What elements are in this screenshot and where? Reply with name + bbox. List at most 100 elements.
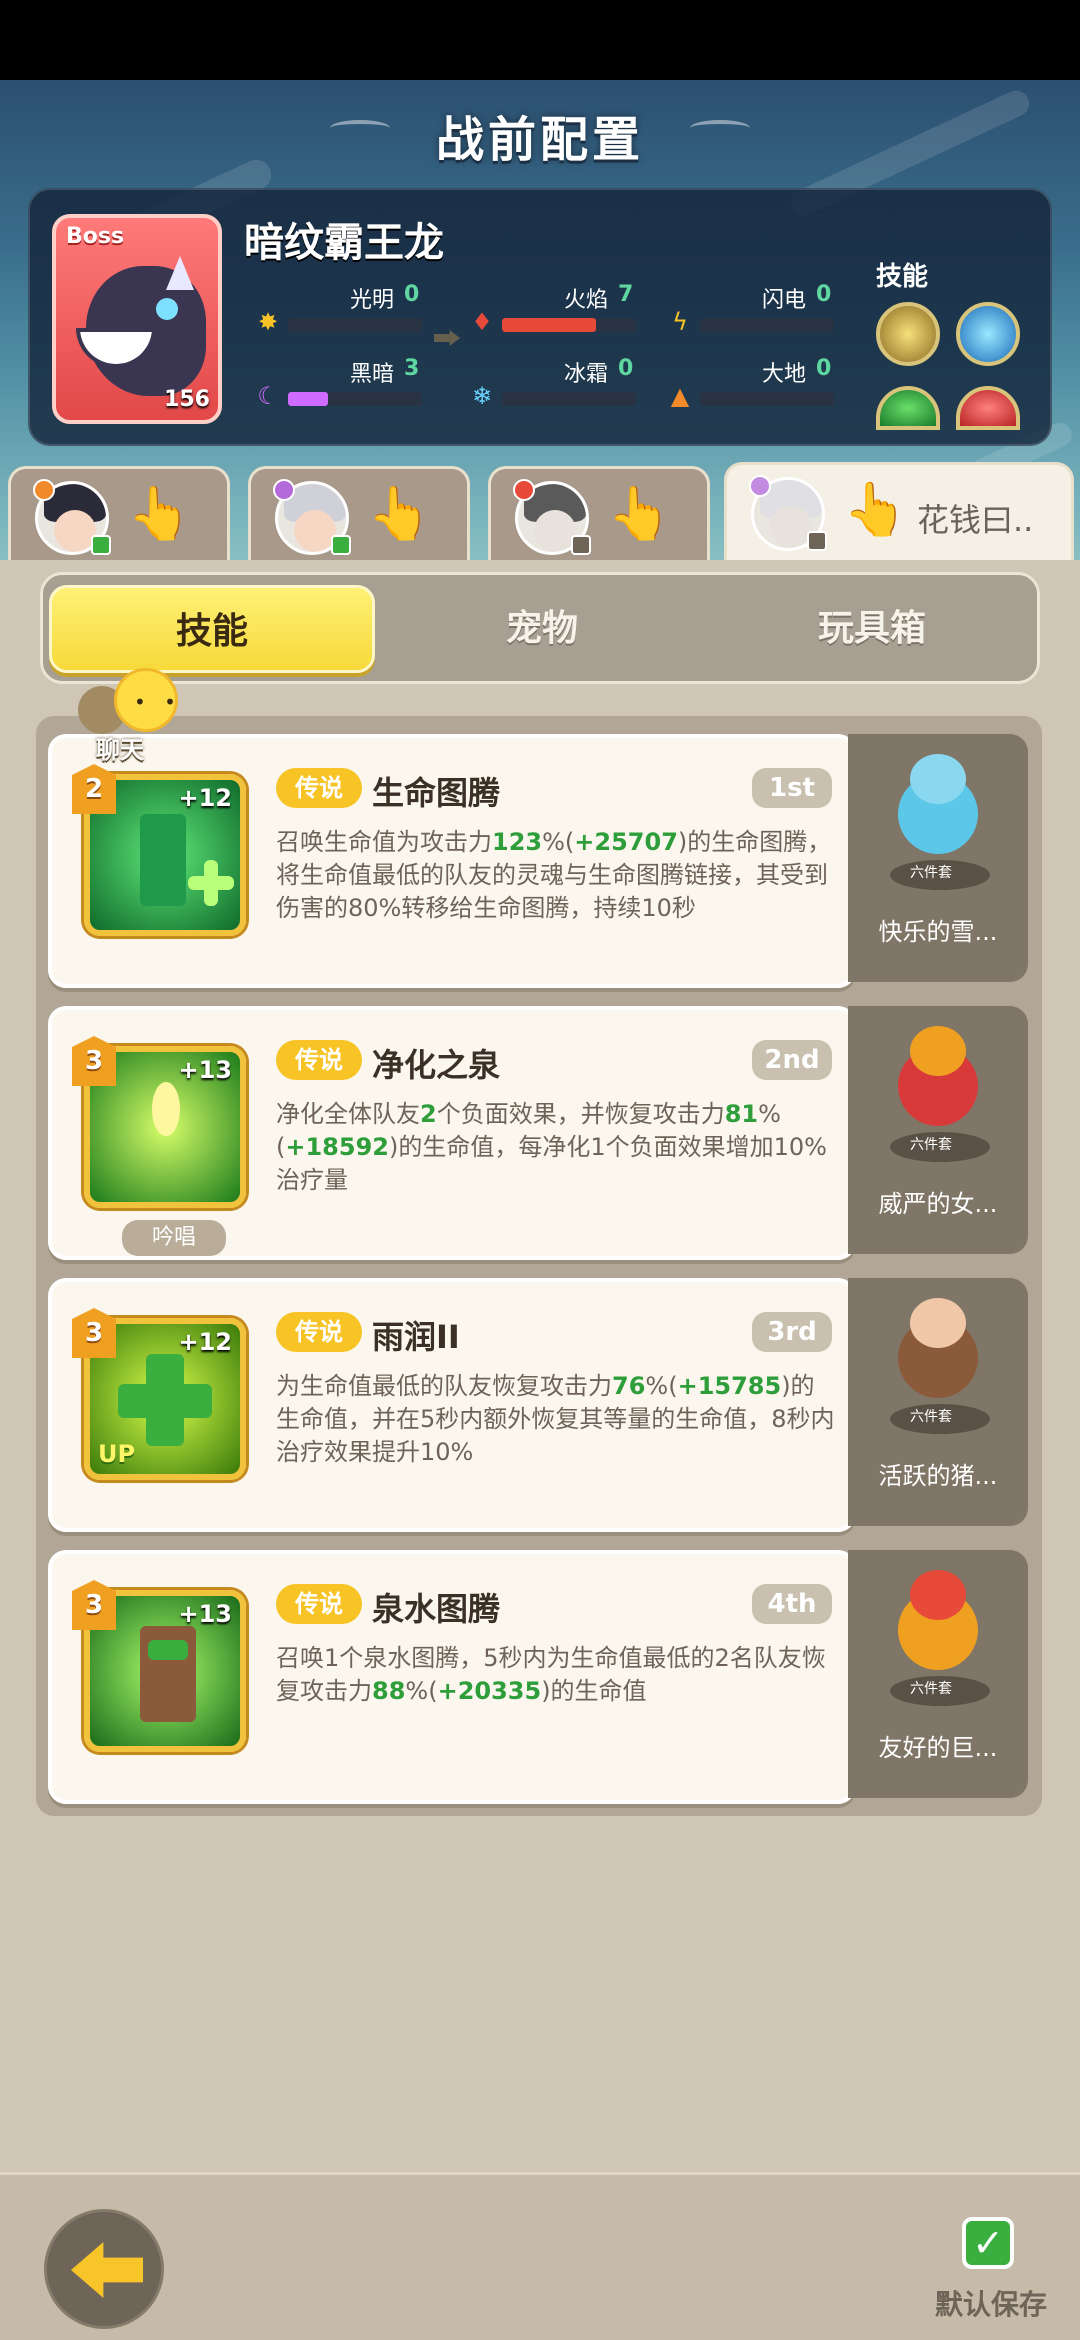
highlight-value: 76 [612,1372,646,1400]
skill-card[interactable]: +12 2 传说 生命图腾 1st 召唤生命值为攻击力123%(+25707)的… [48,734,856,988]
footer: ✓ 默认保存 [0,2172,1080,2340]
pet-set-label: 六件套 [910,1137,952,1153]
pet-slot[interactable]: 六件套 威严的女... [848,1006,1028,1254]
pointing-hand-icon: 👆 [843,480,908,540]
skill-name: 净化之泉 [372,1046,501,1084]
skill-description: 召唤1个泉水图腾，5秒内为生命值最低的2名队友恢复攻击力88%(+20335)的… [276,1644,826,1705]
skill-name: 雨润II [372,1318,460,1356]
tab-bar: 技能 宠物 玩具箱 [40,572,1040,684]
rank-tag: 2nd [752,1040,832,1080]
pointing-hand-icon: 👆 [607,484,672,544]
highlight-value: +18592 [285,1133,389,1161]
pointing-hand-icon: 👆 [367,484,432,544]
character-tab-1[interactable]: 👆 [8,466,230,566]
highlight-value: 123 [492,828,543,856]
boss-level: 156 [164,387,210,412]
pet-slot[interactable]: 六件套 快乐的雪... [848,734,1028,982]
boss-skill-icon-4[interactable] [956,386,1020,430]
character-tab-4[interactable]: 👆 花钱曰.. [724,462,1074,574]
snowflake-icon: ❄ [471,382,493,410]
pet-slot[interactable]: 六件套 友好的巨... [848,1550,1028,1798]
element-arrow [434,330,460,346]
chant-tag: 吟唱 [122,1220,226,1256]
skill-description: 净化全体队友2个负面效果，并恢复攻击力81%(+18592)的生命值，每净化1个… [276,1100,827,1194]
skill-row-2[interactable]: +13 3 吟唱 传说 净化之泉 2nd 净化全体队友2个负面效果，并恢复攻击力… [48,1006,1028,1260]
element-dark-fill [288,392,329,406]
giant-pet-icon [888,1570,988,1680]
pet-set-label: 六件套 [910,1681,952,1697]
lightning-icon: ϟ [672,308,688,336]
dark-element-icon [273,479,295,501]
rank-tag: 4th [752,1584,832,1624]
back-arrow-icon [71,2242,143,2298]
boss-panel: Boss 156 暗纹霸王龙 光明 0 ✸ 火焰 7 ♦ 闪电 0 ϟ 黑暗 3… [28,188,1052,446]
tab-pets[interactable]: 宠物 [379,585,705,673]
element-light: 光明 0 ✸ [254,282,454,336]
character-tab-3[interactable]: 👆 [488,466,710,566]
skill-description: 为生命值最低的队友恢复攻击力76%(+15785)的生命值，并在5秒内额外恢复其… [276,1372,835,1466]
pet-name: 快乐的雪... [878,918,998,946]
element-fire: 火焰 7 ♦ [468,282,668,336]
element-lightning: 闪电 0 ϟ [666,282,866,336]
highlight-value: 81 [724,1100,759,1128]
skill-card[interactable]: +13 3 传说 泉水图腾 4th 召唤1个泉水图腾，5秒内为生命值最低的2名队… [48,1550,856,1804]
highlight-value: +20335 [437,1677,542,1705]
skill-description: 召唤生命值为攻击力123%(+25707)的生命图腾，将生命值最低的队友的灵魂与… [276,828,832,922]
rank-tag: 3rd [752,1312,832,1352]
skill-name: 生命图腾 [372,774,501,812]
character-name: 花钱曰.. [917,501,1034,539]
rarity-tag: 传说 [276,1312,362,1352]
fire-element-icon [513,479,535,501]
element-fire-fill [502,318,596,332]
element-frost: 冰霜 0 ❄ [468,356,668,410]
boss-tag: Boss [66,224,125,249]
boss-skills-label: 技能 [876,262,929,292]
element-dark: 黑暗 3 ☾ [254,356,454,410]
skill-level-badge: 2 [72,764,116,814]
snow-pet-icon [888,754,988,864]
boss-skill-icon-2[interactable] [956,302,1020,366]
pet-slot[interactable]: 六件套 活跃的猪... [848,1278,1028,1526]
chat-label: 聊天 [96,736,144,764]
default-save-toggle[interactable]: ✓ 默认保存 [926,2217,1056,2327]
boss-portrait[interactable]: Boss 156 [52,214,222,424]
mountain-icon: ▲ [670,382,690,410]
flame-icon: ♦ [471,308,493,336]
skill-level-badge: 3 [72,1308,116,1358]
highlight-value: +25707 [574,828,678,856]
page-title: 战前配置 [435,112,644,168]
default-save-label: 默认保存 [934,2288,1047,2321]
dark-element-icon [749,475,771,497]
skill-level-badge: 3 [72,1036,116,1086]
rank-tag: 1st [752,768,832,808]
skill-card[interactable]: +12 UP 3 传说 雨润II 3rd 为生命值最低的队友恢复攻击力76%(+… [48,1278,856,1532]
highlight-value: 88 [372,1677,406,1705]
fire-element-icon [33,479,55,501]
skill-row-3[interactable]: +12 UP 3 传说 雨润II 3rd 为生命值最低的队友恢复攻击力76%(+… [48,1278,1028,1532]
tab-toybox[interactable]: 玩具箱 [709,585,1035,673]
skill-level-badge: 3 [72,1580,116,1630]
highlight-value: 2 [420,1100,437,1128]
ready-badge-icon [331,535,351,555]
character-tab-2[interactable]: 👆 [248,466,470,566]
rarity-tag: 传说 [276,768,362,808]
status-badge-icon [807,531,827,551]
dragon-pet-icon [888,1026,988,1136]
checkbox-checked-icon[interactable]: ✓ [962,2217,1014,2269]
boss-skill-icon-1[interactable] [876,302,940,366]
highlight-value: +15785 [677,1372,782,1400]
status-bar [0,0,1080,80]
skill-card[interactable]: +13 3 吟唱 传说 净化之泉 2nd 净化全体队友2个负面效果，并恢复攻击力… [48,1006,856,1260]
skill-row-4[interactable]: +13 3 传说 泉水图腾 4th 召唤1个泉水图腾，5秒内为生命值最低的2名队… [48,1550,1028,1804]
pet-name: 活跃的猪... [878,1462,998,1490]
sun-icon: ✸ [257,308,279,336]
back-button[interactable] [44,2209,164,2329]
boss-skill-icon-3[interactable] [876,386,940,430]
boss-name: 暗纹霸王龙 [244,220,444,266]
tab-skills[interactable]: 技能 [49,585,375,673]
rarity-tag: 传说 [276,1584,362,1624]
chat-button[interactable]: • • 聊天 [78,668,188,764]
pet-set-label: 六件套 [910,1409,952,1425]
boar-pet-icon [888,1298,988,1408]
skill-row-1[interactable]: +12 2 传说 生命图腾 1st 召唤生命值为攻击力123%(+25707)的… [48,734,1028,988]
